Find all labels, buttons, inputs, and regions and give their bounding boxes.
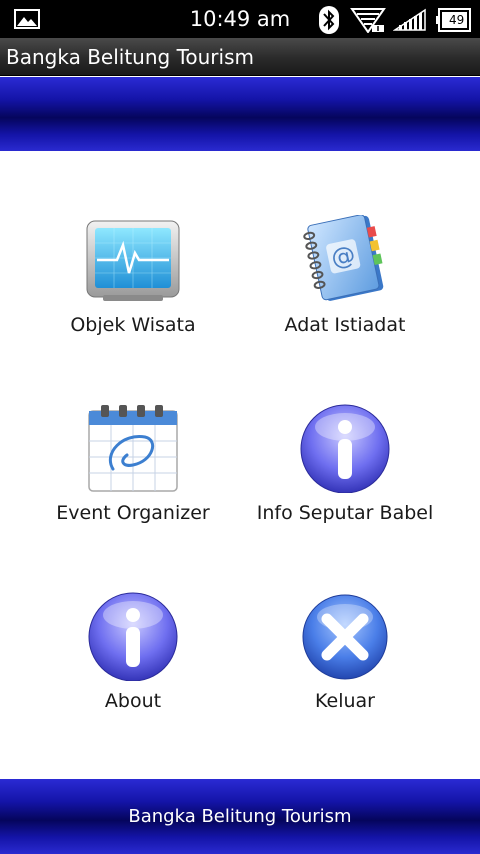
footer-banner: Bangka Belitung Tourism [0,779,480,854]
menu-objek-wisata[interactable]: Objek Wisata [23,215,243,365]
bluetooth-icon [318,6,340,38]
info-icon [300,404,390,493]
status-bar: 10:49 am 49 [0,0,480,38]
wifi-icon [350,7,386,37]
app-title: Bangka Belitung Tourism [6,45,254,69]
app-title-bar: Bangka Belitung Tourism [0,38,480,76]
close-icon [302,594,388,680]
monitor-heartbeat-icon [86,220,180,301]
menu-label: About [104,690,162,712]
battery-level: 49 [449,13,465,27]
menu-event-organizer[interactable]: Event Organizer [23,403,243,553]
menu-adat-istiadat[interactable]: @ Adat Istiadat [235,215,455,365]
signal-icon [392,8,427,36]
info-icon [88,592,178,681]
menu-grid: Objek Wisata @ Adat Istiadat Event Organ… [0,151,480,779]
menu-about[interactable]: About [23,591,243,741]
menu-info-seputar-babel[interactable]: Info Seputar Babel [235,403,455,553]
menu-label: Objek Wisata [70,314,196,336]
battery-icon: 49 [436,8,472,36]
menu-label: Info Seputar Babel [256,502,434,524]
address-book-icon: @ [303,215,384,301]
menu-label: Event Organizer [56,502,210,524]
calendar-icon [88,405,178,492]
menu-label: Keluar [315,690,375,712]
menu-label: Adat Istiadat [284,314,406,336]
header-banner [0,77,480,151]
footer-text: Bangka Belitung Tourism [128,806,352,827]
menu-keluar[interactable]: Keluar [235,591,455,741]
